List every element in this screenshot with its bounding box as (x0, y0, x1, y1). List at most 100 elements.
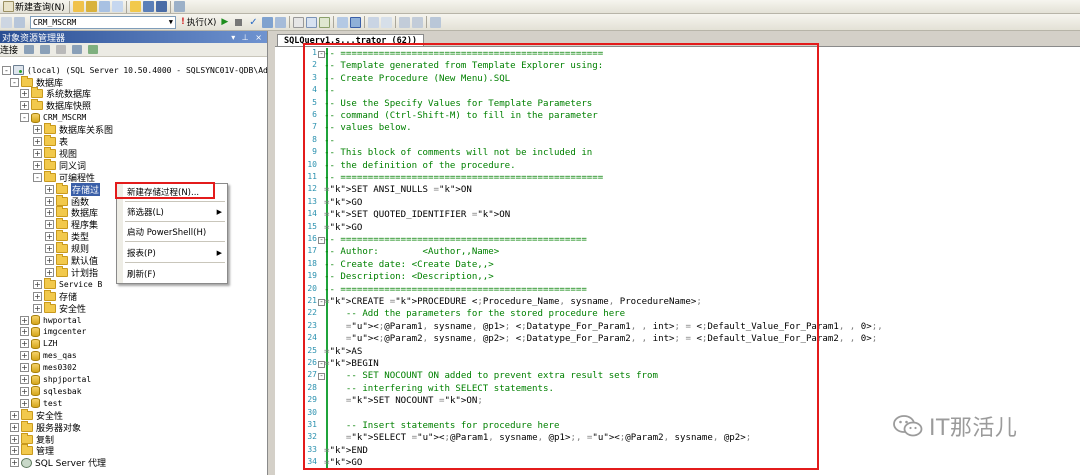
include-actual-plan-icon[interactable] (336, 16, 348, 28)
expand-toggle[interactable]: + (45, 208, 54, 218)
tree-node[interactable]: + 数据库 (45, 206, 98, 219)
server-node[interactable]: - (local) (SQL Server 10.50.4000 - SQLSY… (2, 64, 267, 76)
connect-dropdown[interactable]: 连接 (0, 43, 18, 56)
expand-toggle[interactable]: + (33, 137, 42, 146)
tree-node[interactable]: + imgcenter (20, 326, 86, 338)
tree-node[interactable]: + shpjportal (20, 374, 91, 386)
connect-icon[interactable] (1, 16, 12, 28)
mdx-query-icon[interactable] (98, 1, 110, 12)
expand-toggle[interactable]: + (10, 446, 19, 456)
tree-node[interactable]: - 数据库 (10, 75, 63, 89)
expand-toggle[interactable]: + (45, 256, 54, 265)
results-to-text-icon[interactable] (292, 16, 304, 28)
open-file-icon[interactable] (129, 1, 141, 12)
tree-node[interactable]: + 默认值 (45, 254, 98, 267)
results-to-grid-icon[interactable] (305, 16, 317, 28)
expand-toggle[interactable]: + (20, 101, 29, 111)
include-client-statistics-icon[interactable] (349, 16, 361, 28)
tree-node[interactable]: + mes0302 (20, 362, 77, 374)
tree-node[interactable]: + test (20, 397, 62, 409)
results-to-file-icon[interactable] (318, 16, 330, 28)
tree-node[interactable]: + Service B (33, 277, 102, 290)
expand-toggle[interactable]: + (20, 351, 29, 361)
database-engine-query-icon[interactable] (72, 1, 84, 12)
expand-toggle[interactable]: + (10, 434, 19, 444)
refresh-icon[interactable] (88, 45, 99, 54)
expand-toggle[interactable]: + (20, 386, 29, 396)
tree-node[interactable]: + 安全性 (10, 408, 63, 422)
debug-play-icon[interactable]: ▶ (221, 17, 228, 27)
comment-out-icon[interactable] (367, 16, 379, 28)
tree-node[interactable]: + 存储 (33, 289, 77, 303)
analysis-query-icon[interactable] (85, 1, 97, 12)
display-estimated-plan-icon[interactable] (261, 16, 273, 28)
expand-toggle[interactable]: + (33, 279, 42, 289)
save-icon[interactable] (142, 1, 154, 12)
expand-toggle[interactable]: + (45, 196, 54, 206)
tree-node[interactable]: + 计划指 (45, 265, 98, 279)
expand-toggle[interactable]: + (45, 184, 54, 194)
tree-node[interactable]: + 函数 (45, 194, 89, 208)
expand-toggle[interactable]: + (10, 410, 19, 420)
expand-toggle[interactable]: + (33, 148, 42, 158)
expand-toggle[interactable]: + (20, 327, 29, 337)
connect-object-icon[interactable] (24, 45, 35, 54)
tree-node[interactable]: + 安全性 (33, 301, 86, 315)
expand-toggle[interactable]: + (20, 339, 29, 349)
xmla-query-icon[interactable] (111, 1, 123, 12)
tree-node[interactable]: + 复制 (10, 432, 54, 446)
new-query-button[interactable]: 新建查询(N) (0, 0, 67, 13)
expand-toggle[interactable]: + (20, 315, 29, 325)
tree-node[interactable]: + 数据库快照 (20, 99, 91, 112)
tree-node[interactable]: - CRM_MSCRM (20, 112, 86, 124)
activity-monitor-icon[interactable] (173, 1, 185, 12)
collapse-toggle[interactable]: - (33, 172, 42, 182)
tree-node[interactable]: + 规则 (45, 242, 89, 255)
tree-node[interactable]: + 视图 (33, 146, 77, 160)
query-designer-icon[interactable] (274, 16, 286, 28)
expand-toggle[interactable]: + (45, 244, 54, 254)
tree-node[interactable]: + 系统数据库 (20, 87, 91, 100)
filter-icon[interactable] (72, 45, 83, 54)
expand-toggle[interactable]: + (45, 267, 54, 277)
tree-node[interactable]: + 数据库关系图 (33, 123, 113, 136)
tree-node[interactable]: + 程序集 (45, 218, 98, 231)
tree-node[interactable]: - 可编程性 (33, 170, 95, 184)
collapse-toggle[interactable]: - (10, 77, 19, 87)
expand-toggle[interactable]: + (45, 232, 54, 242)
expand-toggle[interactable]: + (10, 458, 19, 468)
expand-toggle[interactable]: + (20, 363, 29, 373)
disconnect-icon[interactable] (40, 45, 51, 54)
tree-node[interactable]: + 表 (33, 135, 68, 148)
expand-toggle[interactable]: + (33, 303, 42, 313)
save-all-icon[interactable] (155, 1, 167, 12)
increase-indent-icon[interactable] (411, 16, 423, 28)
expand-toggle[interactable]: + (33, 160, 42, 170)
menu-item-refresh[interactable]: 刷新(F) (123, 267, 227, 281)
tree-node[interactable]: + 同义词 (33, 158, 86, 172)
tree-node[interactable]: + mes_qas (20, 350, 77, 362)
tree-node[interactable]: + 存储过 (45, 182, 101, 196)
expand-toggle[interactable]: + (10, 422, 19, 432)
tree-node[interactable]: + LZH (20, 338, 57, 350)
pin-close-icons[interactable]: ▾ ⊥ × (231, 33, 264, 42)
available-databases-select[interactable]: CRM_MSCRM ▼ (30, 15, 176, 29)
uncomment-icon[interactable] (380, 16, 392, 28)
tree-node[interactable]: + 类型 (45, 230, 89, 243)
expand-toggle[interactable]: + (45, 220, 54, 230)
execute-button[interactable]: ! 执行(X) (179, 16, 218, 29)
menu-item-reports[interactable]: 报表(P) ▶ (123, 246, 227, 260)
specify-template-values-icon[interactable] (429, 16, 441, 28)
cancel-query-icon[interactable] (235, 18, 243, 26)
tree-node[interactable]: + SQL Server 代理 (10, 457, 106, 469)
collapse-toggle[interactable]: - (2, 65, 11, 75)
tree-node[interactable]: + hwportal (20, 314, 82, 326)
change-connection-icon[interactable] (14, 16, 25, 28)
decrease-indent-icon[interactable] (398, 16, 410, 28)
expand-toggle[interactable]: + (20, 398, 29, 408)
expand-toggle[interactable]: + (33, 125, 42, 135)
collapse-toggle[interactable]: - (20, 113, 29, 123)
stop-icon[interactable] (56, 45, 67, 54)
menu-item-start-powershell[interactable]: 启动 PowerShell(H) (123, 225, 227, 239)
tree-node[interactable]: + sqlesbak (20, 385, 82, 397)
